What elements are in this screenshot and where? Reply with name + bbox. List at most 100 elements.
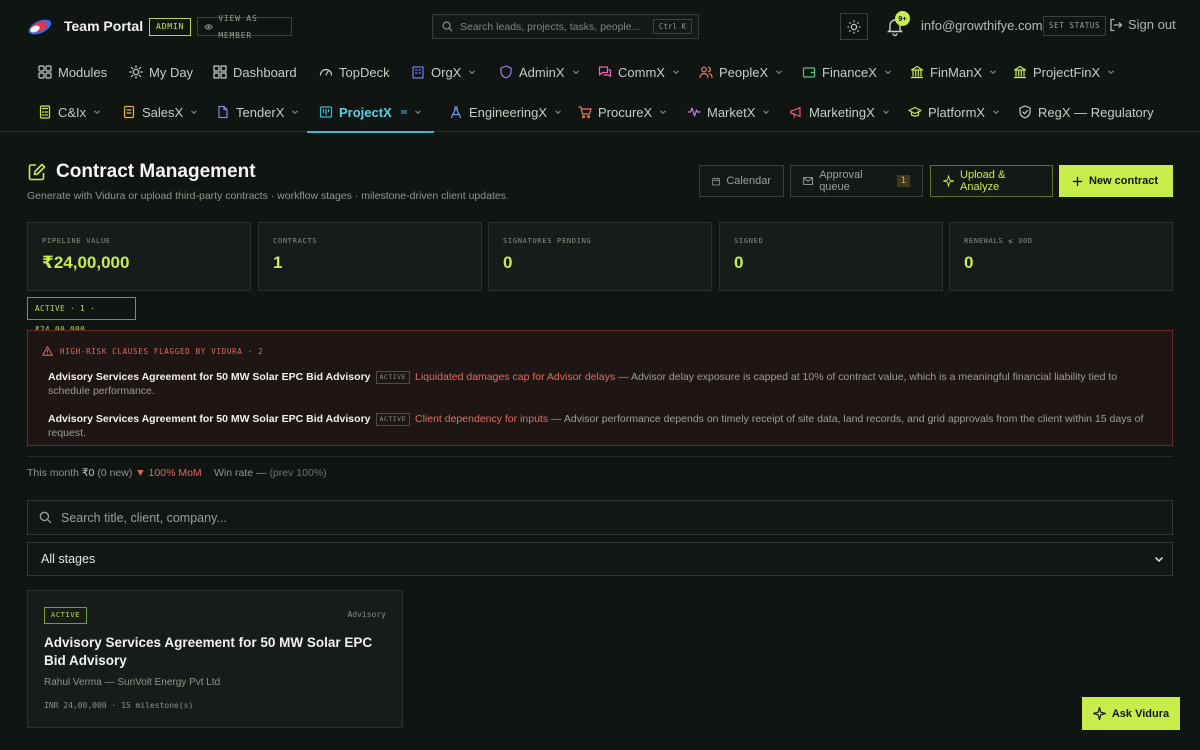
win-rate-value: — [256,467,267,479]
nav-item-label: PeopleX [719,64,769,80]
nav-item-label: Modules [58,64,108,80]
high-risk-clauses-panel: HIGH-RISK CLAUSES FLAGGED BY VIDURA · 2 … [27,330,1173,446]
nav-item-salesx[interactable]: SalesX [122,92,198,132]
nav-item-procurex[interactable]: ProcureX [578,92,667,132]
role-badge: ADMIN [149,18,192,36]
this-month-metric: This month ₹0 (0 new) ▼ 100% MoM [27,467,202,479]
stat-contracts: CONTRACTS 1 [258,222,482,291]
cap-icon [908,105,922,119]
chevron-down-icon [291,108,299,116]
nav-item-label: CommX [618,64,665,80]
nav-item-regx-regulatory[interactable]: RegX — Regulatory [1018,92,1154,132]
brand[interactable]: Team Portal [26,14,143,38]
stat-pipeline-value: PIPELINE VALUE ₹24,00,000 [27,222,251,291]
search-icon [39,511,52,524]
nav-item-finmanx[interactable]: FinManX [910,52,997,92]
module-nav: C&Ix SalesX TenderX ProjectX ✉ EngineeringX Pr… [0,92,1200,133]
nav-item-marketx[interactable]: MarketX [687,92,770,132]
new-contract-button[interactable]: New contract [1059,165,1173,197]
chevron-down-icon [884,68,892,76]
view-as-member-label: VIEW AS MEMBER [218,13,258,40]
notification-count: 9+ [895,11,910,26]
approval-queue-button[interactable]: Approval queue 1 [790,165,923,197]
nav-item-dashboard[interactable]: Dashboard [213,52,297,92]
nav-item-label: FinanceX [822,64,877,80]
stage-filter-chip[interactable]: ACTIVE · 1 · ₹24,00,000 [27,297,136,334]
nav-item-label: AdminX [519,64,565,80]
ask-vidura-button[interactable]: Ask Vidura [1082,697,1180,730]
nav-item-orgx[interactable]: OrgX [411,52,476,92]
contract-card[interactable]: ACTIVE Advisory Advisory Services Agreem… [27,590,403,728]
calendar-button[interactable]: Calendar [699,165,784,197]
nav-item-label: ProjectFinX [1033,64,1101,80]
chevron-down-icon [882,108,890,116]
win-rate-metric: Win rate — (prev 100%) [214,467,327,479]
nav-item-modules[interactable]: Modules [38,52,107,92]
warning-icon [42,346,53,356]
stat-label: PIPELINE VALUE [42,237,111,245]
kanban-icon [319,105,333,119]
upload-analyze-button[interactable]: Upload & Analyze [930,165,1053,197]
user-email[interactable]: info@growthifye.com [921,18,1043,33]
contract-search-placeholder: Search title, client, company... [61,510,227,525]
nav-item-financex[interactable]: FinanceX [802,52,892,92]
ask-vidura-label: Ask Vidura [1111,707,1170,720]
nav-item-engineeringx[interactable]: EngineeringX [449,92,562,132]
risk-panel-title: HIGH-RISK CLAUSES FLAGGED BY VIDURA · 2 [60,346,264,356]
nav-item-projectfinx[interactable]: ProjectFinX [1013,52,1115,92]
app-name: Team Portal [64,18,144,34]
sparkle-icon [943,175,955,187]
nav-item-projectx[interactable]: ProjectX ✉ [306,92,435,133]
theme-toggle-button[interactable] [840,13,868,40]
view-as-member-button[interactable]: VIEW AS MEMBER [197,14,292,40]
chevron-down-icon [992,108,1000,116]
chevron-down-icon [554,108,562,116]
divider [27,456,1173,457]
page-subtitle: Generate with Vidura or upload third-par… [27,190,509,202]
risk-clause-link[interactable]: Client dependency for inputs [415,413,548,425]
nav-item-peoplex[interactable]: PeopleX [699,52,783,92]
nav-item-label: My Day [149,64,194,80]
nav-item-label: OrgX [431,64,462,80]
mom-change: ▼ 100% MoM [135,467,202,479]
sign-out-button[interactable]: Sign out [1109,17,1176,32]
pulse-icon [687,105,701,119]
status-badge: ACTIVE [375,413,410,426]
calendar-label: Calendar [726,175,771,187]
primary-nav: Modules My Day Dashboard TopDeck OrgX AdminX C… [0,52,1200,92]
chevron-down-icon [672,68,680,76]
risk-clause-link[interactable]: Liquidated damages cap for Advisor delay… [415,371,615,383]
global-search-input[interactable]: Search leads, projects, tasks, people...… [432,14,699,39]
stat-value: ₹24,00,000 [42,253,130,272]
stat-signatures-pending: SIGNATURES PENDING 0 [488,222,712,291]
stat-renewals: RENEWALS ≤ 30D 0 [949,222,1173,291]
nav-item-c-ix[interactable]: C&Ix [38,92,101,132]
contract-search-input[interactable]: Search title, client, company... [27,500,1173,535]
nav-item-commx[interactable]: CommX [598,52,680,92]
nav-item-marketingx[interactable]: MarketingX [789,92,890,132]
nav-item-topdeck[interactable]: TopDeck [319,52,390,92]
set-status-button[interactable]: SET STATUS [1043,16,1107,36]
bank-icon [1013,65,1027,79]
nav-item-label: EngineeringX [469,104,548,120]
new-contract-label: New contract [1089,175,1159,187]
nav-item-my-day[interactable]: My Day [129,52,193,92]
stage-select[interactable]: All stages [27,542,1173,576]
chat-icon [598,65,612,79]
approval-queue-label: Approval queue [819,169,863,193]
nav-item-platformx[interactable]: PlatformX [908,92,1000,132]
risk-panel-header: HIGH-RISK CLAUSES FLAGGED BY VIDURA · 2 [42,346,263,356]
this-month-new: (0 new) [97,467,133,479]
risk-item[interactable]: Advisory Services Agreement for 50 MW So… [48,370,1148,398]
this-month-value: ₹0 [81,467,95,479]
nav-item-tenderx[interactable]: TenderX [216,92,299,132]
nav-item-adminx[interactable]: AdminX [499,52,580,92]
this-month-label: This month [27,467,79,479]
risk-item[interactable]: Advisory Services Agreement for 50 MW So… [48,412,1148,440]
chevron-down-icon [414,108,422,116]
stat-value: 0 [734,253,744,272]
cart-icon [578,105,592,119]
chevron-down-icon [190,108,198,116]
search-shortcut: Ctrl K [652,19,692,34]
chevron-down-icon [468,68,476,76]
